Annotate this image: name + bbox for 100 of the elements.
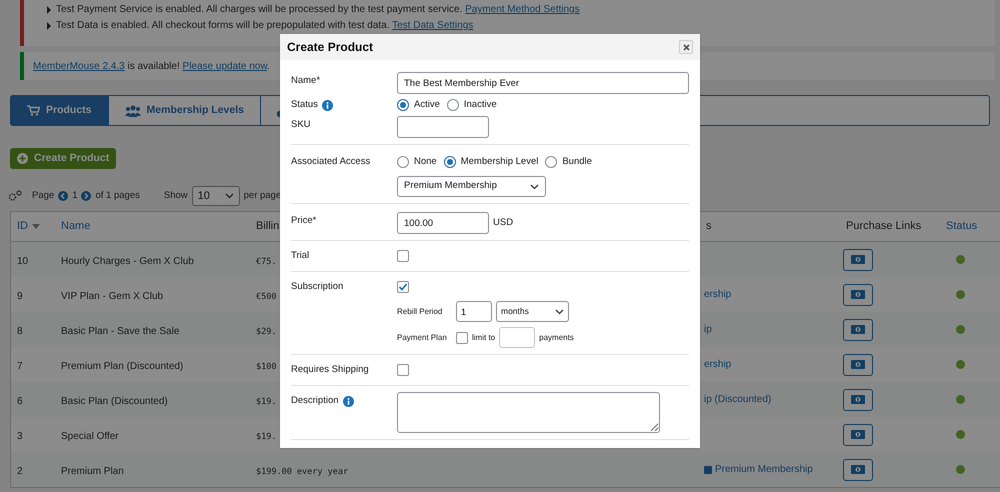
text-field[interactable]: The Best Membership Ever bbox=[397, 72, 689, 94]
show-label: Show bbox=[164, 188, 188, 203]
membership-link[interactable]: ership bbox=[704, 357, 732, 372]
update-link[interactable]: MemberMouse 2.4.3 bbox=[33, 60, 125, 72]
column-header[interactable]: Name bbox=[61, 218, 90, 235]
purchase-link-button[interactable] bbox=[843, 354, 873, 376]
next-page-icon[interactable] bbox=[81, 191, 92, 201]
purchase-link-button[interactable] bbox=[843, 284, 873, 306]
users-icon bbox=[124, 104, 141, 116]
tab[interactable]: Products bbox=[11, 96, 109, 125]
radio-button[interactable] bbox=[446, 99, 459, 111]
column-header[interactable]: Status bbox=[946, 218, 978, 235]
unit-dropdown[interactable]: months bbox=[496, 301, 569, 322]
limit-label: limit to bbox=[472, 332, 496, 344]
payments-label: payments bbox=[539, 332, 574, 344]
table-cell: $100 bbox=[256, 362, 276, 372]
radio-label: Active bbox=[414, 98, 440, 112]
field-label: Rebill Period bbox=[397, 306, 444, 318]
chevron-down-icon bbox=[530, 184, 539, 190]
purchase-link-button[interactable] bbox=[843, 318, 873, 340]
field-label: Associated Access bbox=[291, 154, 370, 169]
field-label: Payment Plan bbox=[397, 332, 448, 344]
sort-down-icon bbox=[32, 224, 40, 229]
checkbox[interactable] bbox=[397, 281, 409, 293]
update-link[interactable]: Please update now bbox=[182, 60, 268, 72]
checkbox[interactable] bbox=[456, 332, 468, 344]
table-cell: 7 bbox=[17, 360, 23, 372]
limit-field[interactable] bbox=[499, 327, 536, 348]
money-icon bbox=[851, 395, 865, 404]
membership-link[interactable]: ip (Discounted) bbox=[704, 392, 772, 407]
purchase-link-button[interactable] bbox=[843, 248, 873, 270]
cart-icon bbox=[27, 105, 40, 116]
field-label: Price* bbox=[291, 214, 316, 228]
previous-page-icon[interactable] bbox=[58, 191, 68, 201]
purchase-link-button[interactable] bbox=[843, 458, 873, 480]
column-header[interactable]: ID bbox=[17, 218, 28, 235]
radio-label: None bbox=[414, 154, 437, 169]
radio-label: Inactive bbox=[464, 98, 497, 112]
table-cell: 9 bbox=[17, 290, 23, 302]
currency-label: USD bbox=[493, 216, 514, 230]
close-icon bbox=[682, 44, 690, 50]
table-cell: Basic Plan (Discounted) bbox=[61, 396, 168, 406]
field-label: Name* bbox=[291, 74, 320, 88]
radio-button[interactable] bbox=[397, 99, 409, 111]
page-count: of 1 pages bbox=[95, 188, 140, 203]
dialog-title: Create Product bbox=[287, 39, 374, 56]
money-icon bbox=[851, 290, 865, 299]
settings-link[interactable]: Test Data Settings bbox=[392, 20, 474, 31]
table-cell: €500 bbox=[256, 292, 276, 302]
tab[interactable]: Membership Levels bbox=[108, 96, 261, 125]
gears-icon[interactable] bbox=[8, 190, 22, 202]
table-cell: 8 bbox=[17, 326, 23, 336]
money-icon bbox=[851, 465, 865, 474]
radio-button[interactable] bbox=[444, 156, 456, 168]
table-cell: Premium Plan bbox=[61, 466, 124, 476]
info-icon bbox=[322, 100, 333, 110]
select-dropdown[interactable]: Premium Membership bbox=[397, 176, 546, 197]
page-label: Page bbox=[32, 188, 54, 203]
money-icon bbox=[851, 430, 865, 439]
field-label: Trial bbox=[291, 248, 310, 263]
purchase-link-button[interactable] bbox=[843, 388, 873, 410]
column-header: Purchase Links bbox=[846, 219, 922, 234]
text-field[interactable]: 100.00 bbox=[397, 212, 489, 234]
membership-link[interactable]: Premium Membership bbox=[715, 462, 813, 477]
money-icon bbox=[851, 255, 865, 264]
field-label: Subscription bbox=[291, 280, 344, 294]
notice-text: Test Data is enabled. All checkout forms will be prepopulated with test data. Test Data Settings bbox=[56, 19, 474, 33]
table-cell: 3 bbox=[17, 430, 23, 442]
per-page-dropdown[interactable]: 10 bbox=[192, 186, 240, 206]
column-header: s bbox=[706, 219, 712, 234]
field-label: Requires Shipping bbox=[291, 362, 369, 377]
settings-link[interactable]: Payment Method Settings bbox=[465, 4, 580, 15]
field-label: Description bbox=[291, 394, 339, 408]
radio-button[interactable] bbox=[545, 156, 558, 168]
purchase-link-button[interactable] bbox=[843, 424, 873, 446]
table-cell: 2 bbox=[17, 466, 23, 476]
table-cell: 10 bbox=[17, 256, 28, 266]
chevron-down-icon bbox=[224, 193, 234, 199]
membership-link[interactable]: ip bbox=[704, 322, 712, 337]
description-field[interactable] bbox=[397, 392, 660, 433]
table-cell: $29. bbox=[256, 326, 276, 336]
table-cell: $19. bbox=[256, 396, 276, 406]
close-button[interactable] bbox=[679, 40, 693, 54]
checkbox[interactable] bbox=[397, 250, 409, 262]
radio-button[interactable] bbox=[397, 156, 409, 168]
radio-label: Bundle bbox=[562, 154, 592, 169]
column-header: Billin bbox=[256, 219, 280, 234]
radio-label: Membership Level bbox=[460, 154, 538, 169]
money-icon bbox=[851, 325, 865, 334]
checkbox[interactable] bbox=[397, 364, 409, 376]
table-cell: Basic Plan - Save the Sale bbox=[61, 326, 180, 336]
table-cell: Hourly Charges - Gem X Club bbox=[61, 256, 194, 266]
text-field[interactable] bbox=[397, 116, 489, 138]
table-cell: Premium Plan (Discounted) bbox=[61, 360, 184, 372]
period-field[interactable]: 1 bbox=[456, 301, 492, 322]
membership-link[interactable]: ership bbox=[704, 287, 732, 302]
table-cell: VIP Plan - Gem X Club bbox=[61, 290, 164, 302]
table-cell: $199.00 every year bbox=[256, 466, 348, 476]
create-product-button[interactable]: Create Product bbox=[10, 148, 116, 169]
info-icon bbox=[342, 396, 354, 406]
